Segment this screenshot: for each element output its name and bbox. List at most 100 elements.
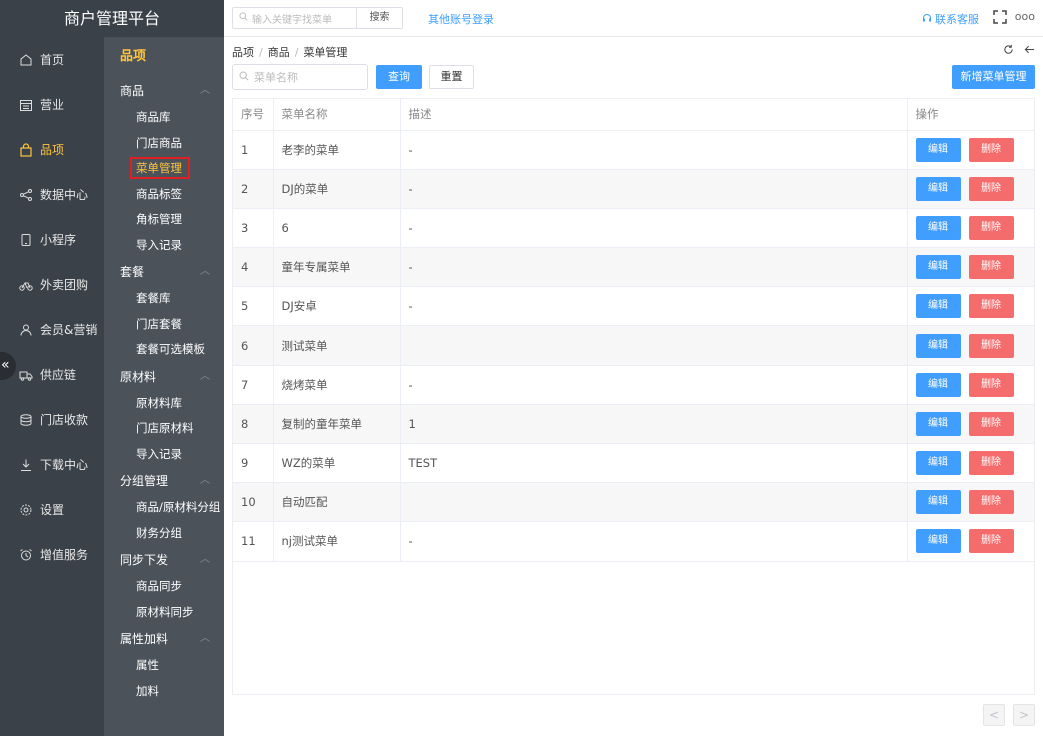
sub-nav-item-label: 门店商品 bbox=[136, 135, 182, 150]
table-row: 4 童年专属菜单 - 编辑 删除 bbox=[233, 247, 1034, 288]
sub-nav-item[interactable]: 加料 bbox=[104, 679, 224, 705]
nav-item-1[interactable]: 营业 bbox=[0, 82, 104, 127]
cell-desc: - bbox=[400, 169, 908, 209]
sub-nav-item[interactable]: 商品标签 bbox=[104, 182, 224, 208]
sub-nav-item[interactable]: 门店原材料 bbox=[104, 416, 224, 442]
sub-nav-group-header[interactable]: 商品 ︿ bbox=[104, 77, 224, 105]
nav-item-4[interactable]: 小程序 bbox=[0, 217, 104, 262]
edit-button[interactable]: 编辑 bbox=[915, 176, 961, 201]
sub-nav-group: 分组管理 ︿ 商品/原材料分组财务分组 bbox=[104, 467, 224, 546]
sub-nav-item[interactable]: 商品同步 bbox=[104, 574, 224, 600]
query-button[interactable]: 查询 bbox=[376, 65, 422, 89]
nav-item-label: 营业 bbox=[40, 98, 65, 112]
edit-button[interactable]: 编辑 bbox=[915, 255, 961, 280]
edit-button[interactable]: 编辑 bbox=[915, 372, 961, 397]
edit-button[interactable]: 编辑 bbox=[915, 333, 961, 358]
delete-button[interactable]: 删除 bbox=[968, 215, 1014, 240]
cell-desc: - bbox=[400, 247, 908, 288]
cell-name: 6 bbox=[273, 208, 401, 249]
page-actions bbox=[1003, 44, 1035, 58]
sub-nav-group-header[interactable]: 属性加料 ︿ bbox=[104, 625, 224, 653]
add-menu-button[interactable]: 新增菜单管理 bbox=[952, 65, 1035, 89]
nav-item-0[interactable]: 首页 bbox=[0, 37, 104, 82]
sub-nav-item[interactable]: 导入记录 bbox=[104, 233, 224, 259]
breadcrumb-item[interactable]: 商品 bbox=[268, 46, 290, 59]
edit-button[interactable]: 编辑 bbox=[915, 294, 961, 319]
prev-page-button[interactable]: < bbox=[983, 704, 1005, 726]
sub-nav-item[interactable]: 角标管理 bbox=[104, 207, 224, 233]
other-account-login-link[interactable]: 其他账号登录 bbox=[428, 11, 494, 27]
sub-nav-item[interactable]: 财务分组 bbox=[104, 521, 224, 547]
edit-button[interactable]: 编辑 bbox=[915, 451, 961, 476]
edit-button[interactable]: 编辑 bbox=[915, 215, 961, 240]
sub-nav-item[interactable]: 菜单管理 bbox=[104, 156, 224, 182]
calendar-icon bbox=[19, 98, 33, 112]
sub-nav-group-header[interactable]: 原材料 ︿ bbox=[104, 363, 224, 391]
sub-nav-item[interactable]: 导入记录 bbox=[104, 442, 224, 468]
share-icon bbox=[19, 188, 33, 202]
contact-support-link[interactable]: 联系客服 bbox=[922, 11, 979, 27]
more-icon[interactable]: ooo bbox=[1015, 10, 1035, 23]
sub-nav-item[interactable]: 原材料同步 bbox=[104, 600, 224, 626]
table-row: 1 老李的菜单 - 编辑 删除 bbox=[233, 130, 1034, 170]
nav-item-7[interactable]: 供应链 bbox=[0, 352, 104, 397]
menu-name-input[interactable]: 菜单名称 bbox=[232, 64, 368, 90]
edit-button[interactable]: 编辑 bbox=[915, 490, 961, 515]
edit-button[interactable]: 编辑 bbox=[915, 137, 961, 162]
sub-nav-group-header[interactable]: 分组管理 ︿ bbox=[104, 467, 224, 495]
delete-button[interactable]: 删除 bbox=[968, 451, 1014, 476]
refresh-icon[interactable] bbox=[1003, 44, 1018, 58]
sub-nav-item[interactable]: 套餐可选模板 bbox=[104, 337, 224, 363]
nav-item-8[interactable]: 门店收款 bbox=[0, 397, 104, 442]
delete-button[interactable]: 删除 bbox=[968, 333, 1014, 358]
sub-nav-item[interactable]: 属性 bbox=[104, 653, 224, 679]
menu-search-input[interactable]: 输入关键字找菜单 bbox=[233, 8, 356, 28]
edit-button[interactable]: 编辑 bbox=[915, 529, 961, 554]
fullscreen-icon[interactable] bbox=[993, 10, 1007, 24]
reset-button[interactable]: 重置 bbox=[429, 65, 474, 89]
menu-search: 输入关键字找菜单 搜索 bbox=[232, 7, 403, 29]
cell-actions: 编辑 删除 bbox=[907, 130, 1034, 170]
menu-search-placeholder: 输入关键字找菜单 bbox=[252, 14, 332, 26]
back-arrow-icon[interactable] bbox=[1024, 44, 1035, 58]
delete-button[interactable]: 删除 bbox=[968, 294, 1014, 319]
delete-button[interactable]: 删除 bbox=[968, 372, 1014, 397]
sub-nav-group-header[interactable]: 同步下发 ︿ bbox=[104, 546, 224, 574]
cell-name: 烧烤菜单 bbox=[273, 365, 401, 405]
cell-no: 5 bbox=[233, 286, 274, 327]
sub-nav-item-label: 门店套餐 bbox=[136, 316, 182, 331]
sub-nav-item[interactable]: 商品库 bbox=[104, 105, 224, 131]
sub-nav-group-header[interactable]: 套餐 ︿ bbox=[104, 258, 224, 286]
breadcrumb-item[interactable]: 品项 bbox=[232, 46, 254, 59]
cell-name: nj测试菜单 bbox=[273, 521, 401, 562]
sub-nav-item[interactable]: 门店商品 bbox=[104, 131, 224, 157]
nav-item-label: 门店收款 bbox=[40, 413, 89, 427]
sub-nav-item[interactable]: 门店套餐 bbox=[104, 312, 224, 338]
sub-nav-item-label: 加料 bbox=[136, 683, 159, 698]
next-page-button[interactable]: > bbox=[1013, 704, 1035, 726]
delete-button[interactable]: 删除 bbox=[968, 137, 1014, 162]
nav-item-10[interactable]: 设置 bbox=[0, 487, 104, 532]
sub-nav-item[interactable]: 套餐库 bbox=[104, 286, 224, 312]
edit-button[interactable]: 编辑 bbox=[915, 411, 961, 436]
bike-icon bbox=[19, 278, 33, 292]
delete-button[interactable]: 删除 bbox=[968, 411, 1014, 436]
sub-nav-item[interactable]: 原材料库 bbox=[104, 391, 224, 417]
delete-button[interactable]: 删除 bbox=[968, 255, 1014, 280]
nav-item-5[interactable]: 外卖团购 bbox=[0, 262, 104, 307]
nav-item-2[interactable]: 品项 bbox=[0, 127, 104, 172]
nav-item-11[interactable]: 增值服务 bbox=[0, 532, 104, 577]
sub-nav-item-label: 商品/原材料分组 bbox=[136, 500, 221, 514]
delete-button[interactable]: 删除 bbox=[968, 490, 1014, 515]
nav-item-3[interactable]: 数据中心 bbox=[0, 172, 104, 217]
nav-item-6[interactable]: 会员&营销 bbox=[0, 307, 104, 352]
headset-icon bbox=[922, 13, 936, 26]
cell-actions: 编辑 删除 bbox=[907, 247, 1034, 288]
menu-search-button[interactable]: 搜索 bbox=[356, 8, 402, 28]
sub-nav-item-label: 属性 bbox=[136, 658, 159, 672]
sub-nav-item[interactable]: 商品/原材料分组 bbox=[104, 495, 224, 521]
sub-nav-item-label: 门店原材料 bbox=[136, 421, 194, 435]
delete-button[interactable]: 删除 bbox=[968, 176, 1014, 201]
delete-button[interactable]: 删除 bbox=[968, 529, 1014, 554]
nav-item-9[interactable]: 下载中心 bbox=[0, 442, 104, 487]
